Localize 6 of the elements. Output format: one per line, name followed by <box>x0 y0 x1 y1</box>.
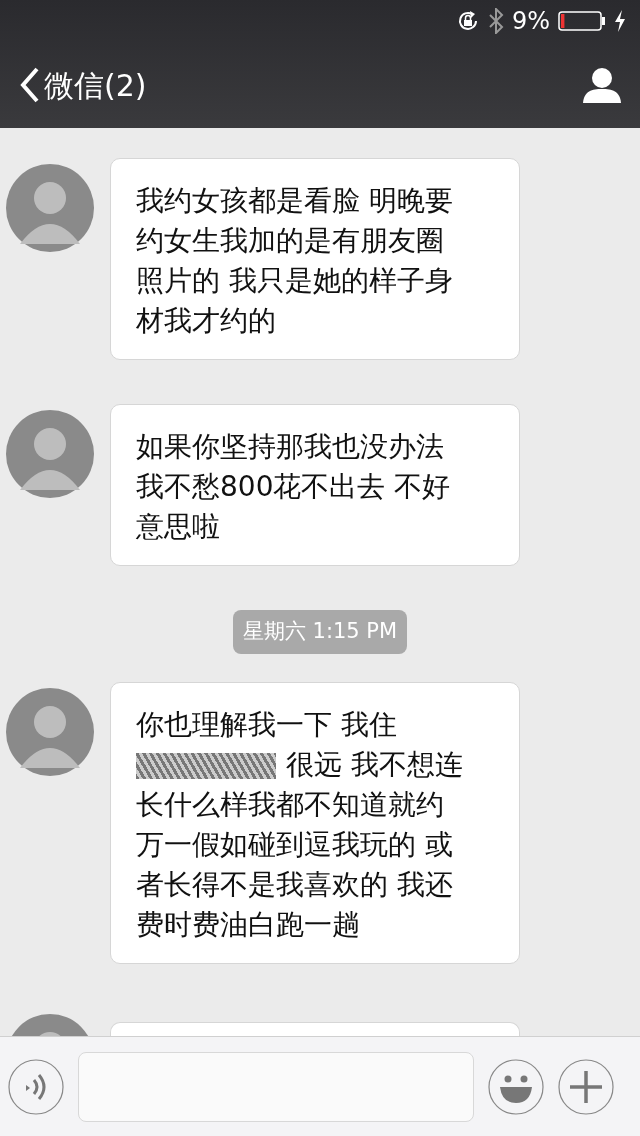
timestamp: 星期六 1:15 PM <box>232 610 408 654</box>
battery-percentage: 9% <box>511 6 550 37</box>
message-text: 如果你坚持那我也没办法 我不愁800花不出去 不好 意思啦 <box>136 429 452 545</box>
message-text: 我约女孩都是看脸 明晚要 约女生我加的是有朋友圈 照片的 我只是她的样子身 材我才约的 <box>136 183 454 339</box>
back-button[interactable]: 微信(2) <box>20 62 147 108</box>
message-text: 你也理解我一下 我住 很远 我不想连 长什么样我都不知道就约 万一假如碰到逗我玩的 或 者长得不是我喜欢的 我还 费时费油白跑一趟 <box>136 706 464 943</box>
